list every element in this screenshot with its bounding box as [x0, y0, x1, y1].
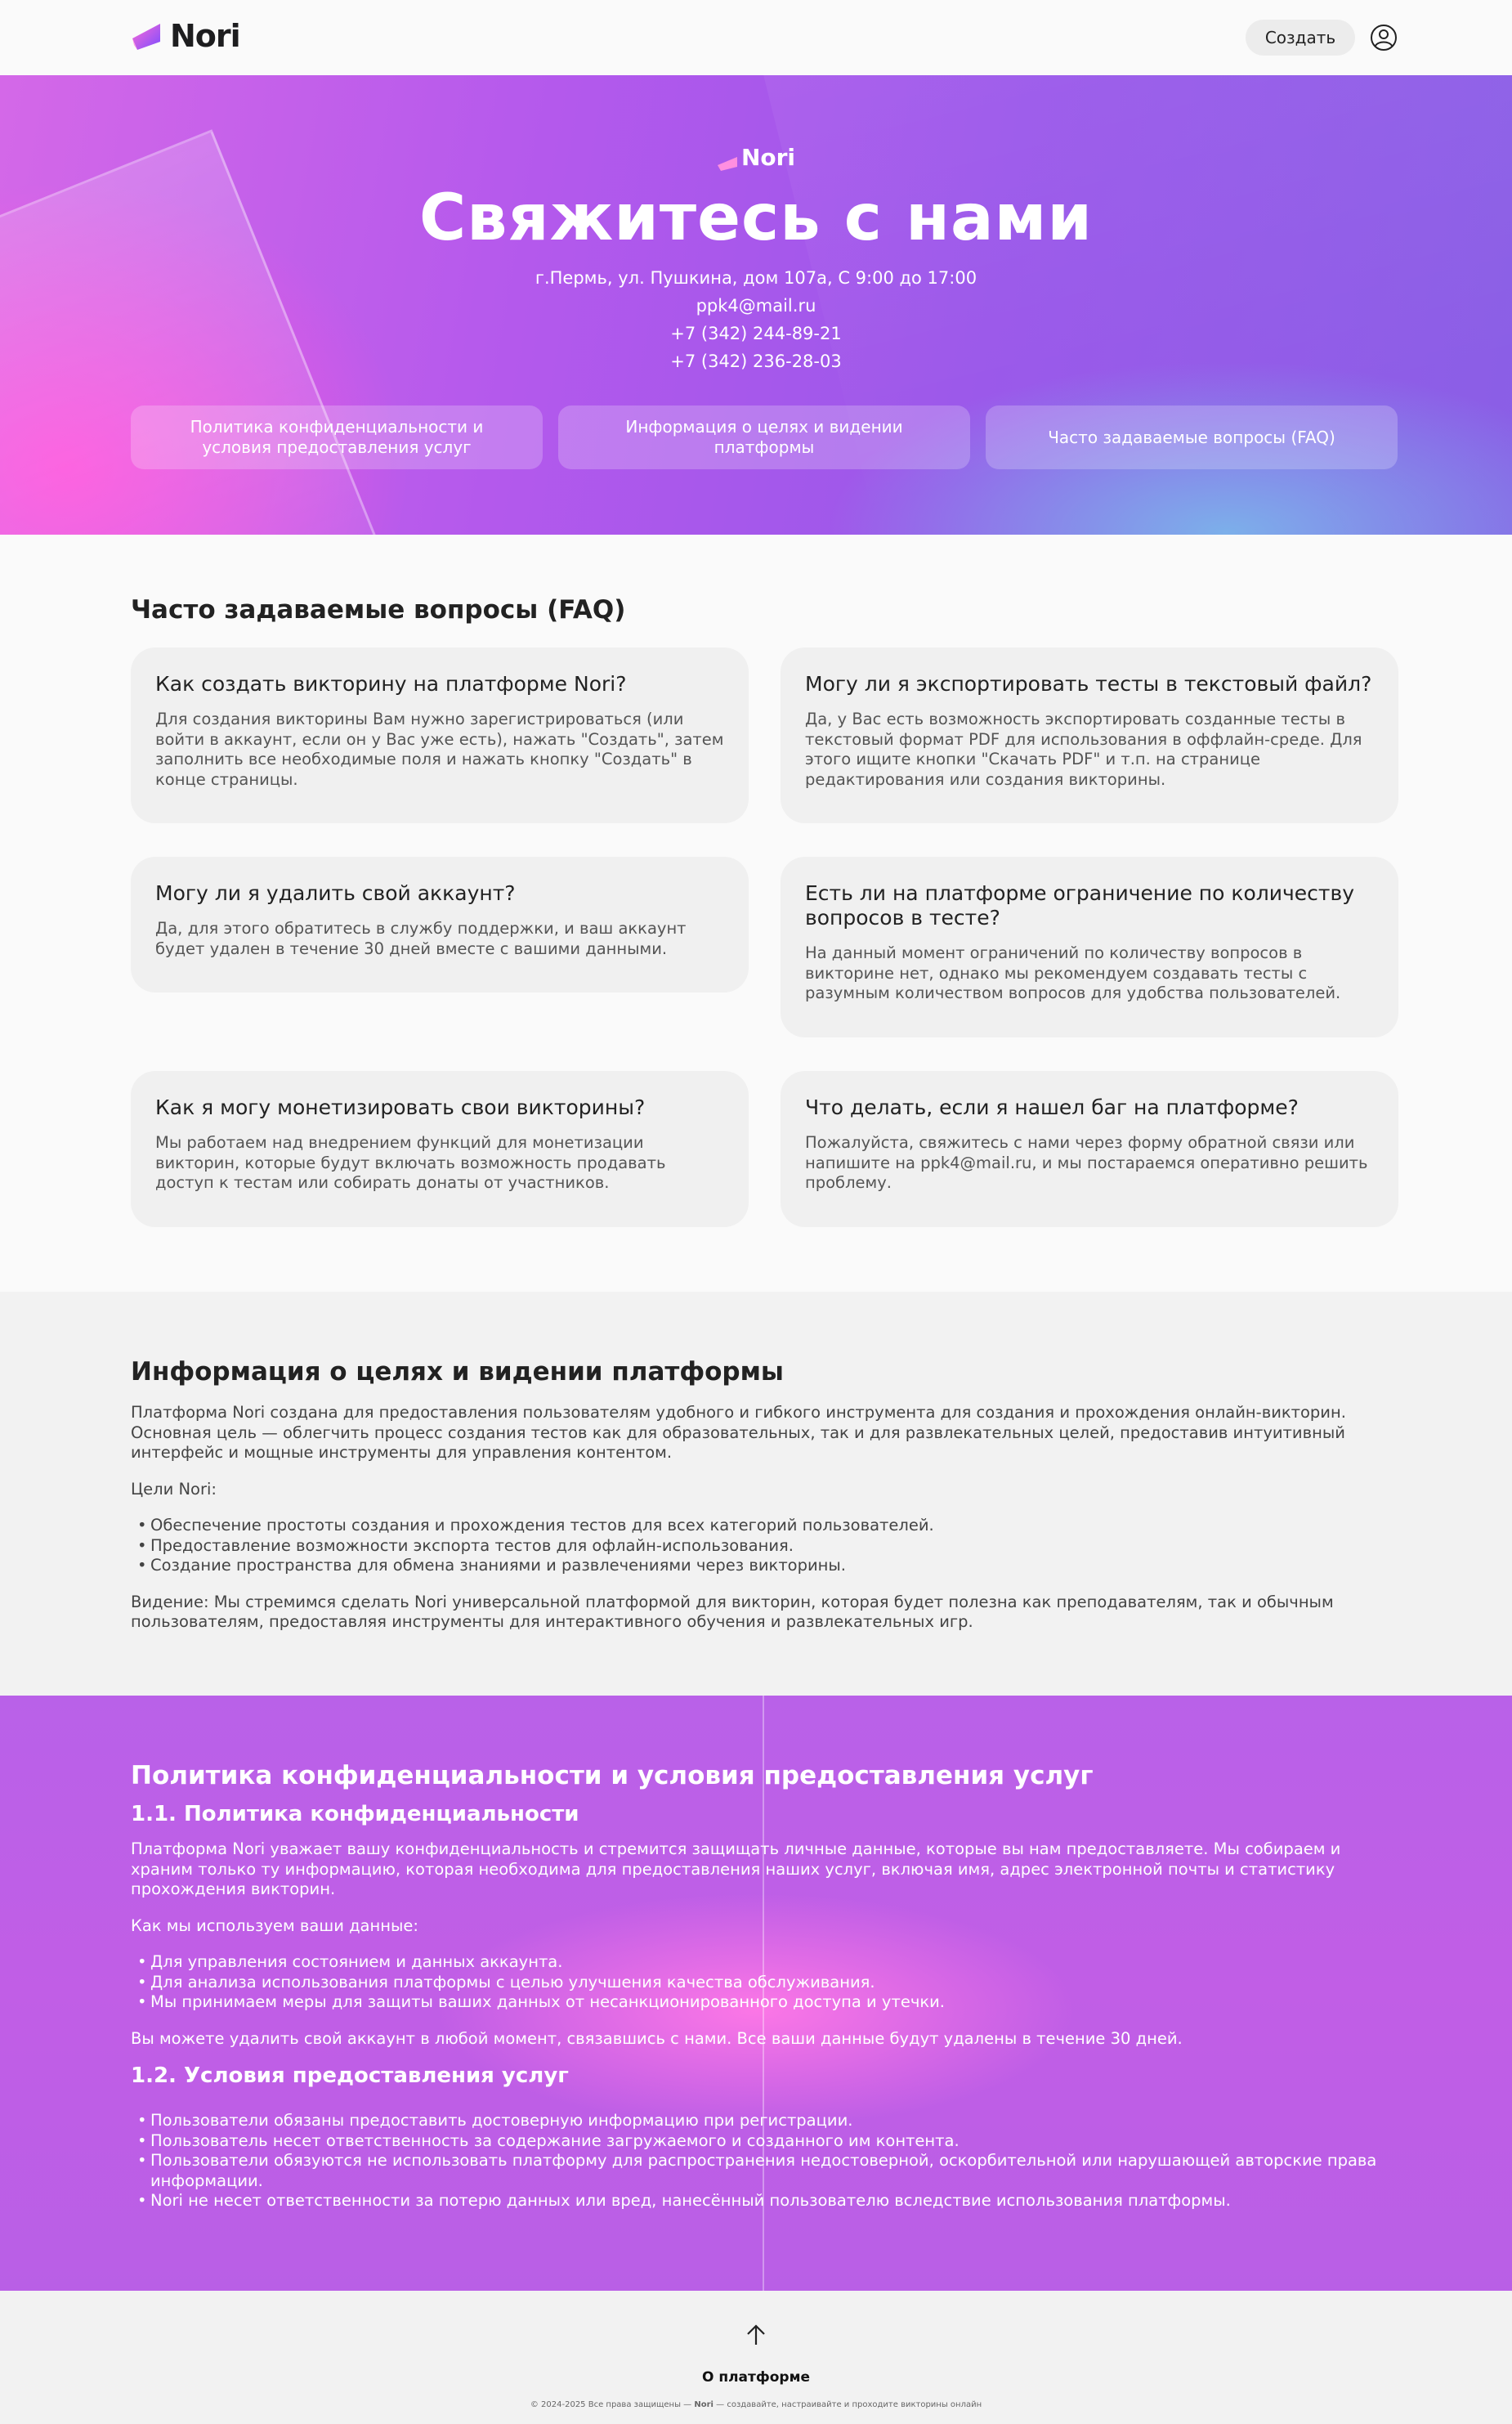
faq-answer: Да, для этого обратитесь в службу поддер… [155, 919, 687, 958]
faq-card: Есть ли на платформе ограничение по коли… [781, 857, 1398, 1037]
faq-question: Могу ли я экспортировать тесты в текстов… [805, 672, 1372, 696]
faq-question: Что делать, если я нашел баг на платформ… [805, 1096, 1299, 1119]
contact-phone[interactable]: +7 (342) 244-89-21 [0, 324, 1512, 343]
mission-link-button[interactable]: Информация о целях и видении платформы [558, 405, 970, 469]
faq-card: Могу ли я экспортировать тесты в текстов… [781, 647, 1398, 823]
list-item: Nori не несет ответственности за потерю … [131, 2191, 1381, 2211]
faq-section-title: Часто задаваемые вопросы (FAQ) [131, 595, 626, 625]
contact-hero: Nori Свяжитесь с нами г.Пермь, ул. Пушки… [0, 75, 1512, 535]
mission-vision: Видение: Мы стремимся сделать Nori униве… [131, 1592, 1334, 1632]
faq-link-button[interactable]: Часто задаваемые вопросы (FAQ) [986, 405, 1398, 469]
copyright-prefix: © 2024-2025 Все права защищены — [530, 2400, 695, 2409]
logo-mark-icon [717, 150, 738, 171]
copyright-brand: Nori [694, 2400, 714, 2409]
faq-answer: Для создания викторины Вам нужно зарегис… [155, 710, 724, 789]
create-button[interactable]: Создать [1246, 20, 1355, 56]
mission-section: Информация о целях и видении платформы П… [0, 1292, 1512, 1696]
contact-phone[interactable]: +7 (342) 236-28-03 [0, 352, 1512, 371]
contact-email[interactable]: ppk4@mail.ru [0, 296, 1512, 316]
mission-title: Информация о целях и видении платформы [131, 1357, 784, 1387]
top-navbar: Nori Создать [0, 0, 1512, 75]
about-platform-link[interactable]: О платформе [0, 2369, 1512, 2386]
user-icon[interactable] [1370, 24, 1398, 52]
faq-card: Как создать викторину на платформе Nori?… [131, 647, 749, 823]
policy-section: Политика конфиденциальности и условия пр… [0, 1696, 1512, 2291]
data-usage-list: Для управления состоянием и данных аккау… [131, 1952, 1381, 2013]
list-item: Пользователи обязуются не использовать п… [131, 2151, 1381, 2191]
data-usage-label: Как мы используем ваши данные: [131, 1915, 418, 1935]
list-item: Для анализа использования платформы с це… [131, 1973, 1381, 1993]
faq-question: Могу ли я удалить свой аккаунт? [155, 881, 516, 905]
privacy-subtitle: 1.1. Политика конфиденциальности [131, 1802, 579, 1826]
list-item: Обеспечение простоты создания и прохожде… [131, 1516, 1381, 1536]
terms-subtitle: 1.2. Условия предоставления услуг [131, 2063, 569, 2088]
faq-card: Как я могу монетизировать свои викторины… [131, 1071, 749, 1227]
page-title: Свяжитесь с нами [418, 181, 1094, 255]
privacy-text: Платформа Nori уважает вашу конфиденциал… [131, 1839, 1341, 1898]
hero-logo: Nori [0, 144, 1512, 171]
goals-label: Цели Nori: [131, 1479, 217, 1499]
logo[interactable]: Nori [131, 18, 241, 54]
faq-question: Есть ли на платформе ограничение по коли… [805, 881, 1354, 930]
hero-logo-text: Nori [740, 144, 796, 171]
faq-answer: На данный момент ограничений по количест… [805, 943, 1341, 1002]
list-item: Для управления состоянием и данных аккау… [131, 1952, 1381, 1973]
list-item: Пользователь несет ответственность за со… [131, 2131, 1381, 2152]
copyright: © 2024-2025 Все права защищены — Nori — … [0, 2400, 1512, 2409]
policy-link-button[interactable]: Политика конфиденциальности и условия пр… [131, 405, 543, 469]
faq-card: Что делать, если я нашел баг на платформ… [781, 1071, 1398, 1227]
faq-answer: Мы работаем над внедрением функций для м… [155, 1133, 666, 1192]
list-item: Предоставление возможности экспорта тест… [131, 1536, 1381, 1557]
account-deletion-text: Вы можете удалить свой аккаунт в любой м… [131, 2028, 1183, 2048]
logo-text: Nori [170, 18, 241, 54]
list-item: Пользователи обязаны предоставить достов… [131, 2111, 1381, 2131]
terms-list: Пользователи обязаны предоставить достов… [131, 2111, 1381, 2211]
faq-question: Как я могу монетизировать свои викторины… [155, 1096, 646, 1119]
faq-answer: Да, у Вас есть возможность экспортироват… [805, 710, 1362, 789]
faq-card: Могу ли я удалить свой аккаунт? Да, для … [131, 857, 749, 992]
mission-intro: Платформа Nori создана для предоставлени… [131, 1403, 1346, 1462]
list-item: Создание пространства для обмена знаниям… [131, 1556, 1381, 1576]
goals-list: Обеспечение простоты создания и прохожде… [131, 1516, 1381, 1576]
faq-answer: Пожалуйста, свяжитесь с нами через форму… [805, 1133, 1368, 1192]
list-item: Мы принимаем меры для защиты ваших данны… [131, 1992, 1381, 2013]
copyright-suffix: — создавайте, настраивайте и проходите в… [713, 2400, 982, 2409]
contact-address: г.Пермь, ул. Пушкина, дом 107а, С 9:00 д… [535, 268, 977, 288]
policy-title: Политика конфиденциальности и условия пр… [131, 1761, 1094, 1790]
arrow-up-icon[interactable] [745, 2323, 767, 2346]
faq-question: Как создать викторину на платформе Nori? [155, 672, 627, 696]
footer: О платформе © 2024-2025 Все права защище… [0, 2291, 1512, 2424]
logo-mark-icon [131, 20, 162, 52]
